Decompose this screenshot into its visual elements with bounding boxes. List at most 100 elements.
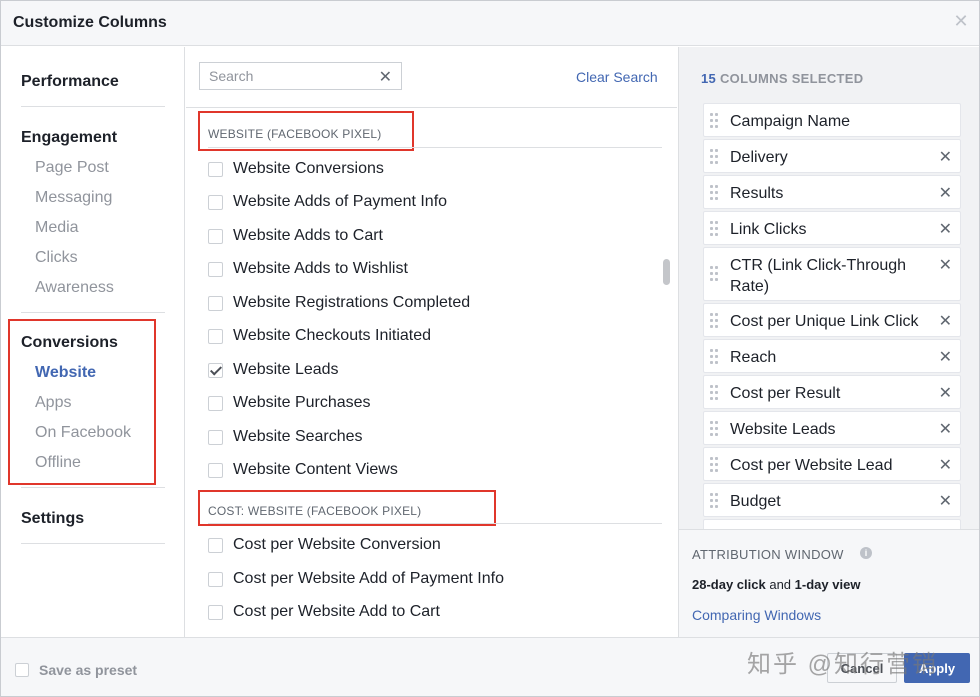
checkbox[interactable] <box>15 663 29 677</box>
option-cost-per-website-add-to-cart[interactable]: Cost per Website Add to Cart <box>208 602 440 622</box>
checkbox[interactable] <box>208 161 223 177</box>
selected-column-cost-per-unique-link-click[interactable]: Cost per Unique Link Click ✕ <box>703 303 961 337</box>
selected-column-budget[interactable]: Budget ✕ <box>703 483 961 517</box>
selected-column-partial[interactable] <box>703 519 961 529</box>
drag-handle-icon[interactable] <box>710 185 720 201</box>
column-options-panel: ✕ Clear Search WEBSITE (FACEBOOK PIXEL) … <box>186 47 677 637</box>
checkbox[interactable] <box>208 537 223 553</box>
selected-column-cost-per-result[interactable]: Cost per Result ✕ <box>703 375 961 409</box>
selected-column-website-leads[interactable]: Website Leads ✕ <box>703 411 961 445</box>
drag-handle-icon[interactable] <box>710 149 720 165</box>
nav-section-settings[interactable]: Settings <box>21 510 84 528</box>
checkbox[interactable] <box>208 194 223 210</box>
attribution-window-section: ATTRIBUTION WINDOW i 28-day click and 1-… <box>679 529 979 637</box>
customize-columns-dialog: Customize Columns ✕ Performance Engageme… <box>0 0 980 697</box>
nav-item-page-post[interactable]: Page Post <box>35 159 109 177</box>
remove-column-icon[interactable]: ✕ <box>939 311 952 331</box>
selected-count-label: 15 COLUMNS SELECTED <box>701 71 864 86</box>
option-website-purchases[interactable]: Website Purchases <box>208 393 371 413</box>
nav-divider <box>21 106 165 107</box>
group-divider <box>208 523 662 524</box>
drag-handle-icon[interactable] <box>710 266 720 282</box>
nav-divider <box>21 487 165 488</box>
checkbox[interactable] <box>208 328 223 344</box>
nav-item-awareness[interactable]: Awareness <box>35 279 114 297</box>
nav-section-engagement[interactable]: Engagement <box>21 129 117 147</box>
option-website-adds-to-wishlist[interactable]: Website Adds to Wishlist <box>208 259 408 279</box>
option-website-content-views[interactable]: Website Content Views <box>208 460 398 480</box>
dialog-footer: Save as preset Cancel Apply 知乎 @知行营销 <box>1 637 979 696</box>
nav-item-clicks[interactable]: Clicks <box>35 249 78 267</box>
remove-column-icon[interactable]: ✕ <box>939 383 952 403</box>
option-website-searches[interactable]: Website Searches <box>208 427 363 447</box>
nav-item-messaging[interactable]: Messaging <box>35 189 112 207</box>
drag-handle-icon[interactable] <box>710 349 720 365</box>
option-website-adds-to-cart[interactable]: Website Adds to Cart <box>208 226 383 246</box>
selected-column-results[interactable]: Results ✕ <box>703 175 961 209</box>
checkbox[interactable] <box>208 395 223 411</box>
dialog-title: Customize Columns <box>13 14 167 31</box>
close-icon[interactable]: ✕ <box>953 12 969 30</box>
nav-item-media[interactable]: Media <box>35 219 79 237</box>
remove-column-icon[interactable]: ✕ <box>939 183 952 203</box>
nav-divider <box>21 543 165 544</box>
remove-column-icon[interactable]: ✕ <box>939 491 952 511</box>
highlight-box-cost-website-pixel <box>198 490 496 526</box>
category-nav: Performance Engagement Page Post Messagi… <box>1 47 185 637</box>
selected-column-reach[interactable]: Reach ✕ <box>703 339 961 373</box>
option-website-conversions[interactable]: Website Conversions <box>208 159 384 179</box>
remove-column-icon[interactable]: ✕ <box>939 219 952 239</box>
selected-count: 15 <box>701 71 717 86</box>
selected-column-delivery[interactable]: Delivery ✕ <box>703 139 961 173</box>
checkbox[interactable] <box>208 429 223 445</box>
nav-section-performance[interactable]: Performance <box>21 73 119 91</box>
dialog-header: Customize Columns ✕ <box>1 1 979 46</box>
drag-handle-icon[interactable] <box>710 221 720 237</box>
drag-handle-icon[interactable] <box>710 313 720 329</box>
panel-divider <box>186 107 677 108</box>
checkbox[interactable] <box>208 571 223 587</box>
checkbox-checked[interactable] <box>208 362 223 378</box>
attribution-heading: ATTRIBUTION WINDOW <box>692 547 844 562</box>
selected-column-ctr[interactable]: CTR (Link Click-Through Rate) ✕ <box>703 247 961 301</box>
drag-handle-icon[interactable] <box>710 493 720 509</box>
scrollbar-thumb[interactable] <box>663 259 670 285</box>
attribution-setting: 28-day click and 1-day view <box>692 577 861 592</box>
selected-columns-panel: 15 COLUMNS SELECTED Campaign Name Delive… <box>678 47 979 637</box>
group-divider <box>208 147 662 148</box>
remove-column-icon[interactable]: ✕ <box>939 347 952 367</box>
drag-handle-icon[interactable] <box>710 385 720 401</box>
option-cost-per-website-conversion[interactable]: Cost per Website Conversion <box>208 535 441 555</box>
info-icon[interactable]: i <box>860 547 872 559</box>
search-input[interactable] <box>200 63 370 89</box>
selected-column-link-clicks[interactable]: Link Clicks ✕ <box>703 211 961 245</box>
checkbox[interactable] <box>208 462 223 478</box>
drag-handle-icon[interactable] <box>710 457 720 473</box>
comparing-windows-link[interactable]: Comparing Windows <box>692 607 821 623</box>
clear-search-link[interactable]: Clear Search <box>576 69 658 85</box>
watermark: 知乎 @知行营销 <box>747 651 939 678</box>
search-box: ✕ <box>199 62 402 90</box>
checkbox[interactable] <box>208 228 223 244</box>
nav-divider <box>21 312 165 313</box>
option-website-checkouts-initiated[interactable]: Website Checkouts Initiated <box>208 326 431 346</box>
checkbox[interactable] <box>208 295 223 311</box>
remove-column-icon[interactable]: ✕ <box>939 419 952 439</box>
selected-columns-list: Campaign Name Delivery ✕ Results ✕ Link … <box>703 103 961 529</box>
selected-column-cost-per-website-lead[interactable]: Cost per Website Lead ✕ <box>703 447 961 481</box>
option-website-registrations-completed[interactable]: Website Registrations Completed <box>208 293 470 313</box>
drag-handle-icon[interactable] <box>710 113 720 129</box>
checkbox[interactable] <box>208 261 223 277</box>
remove-column-icon[interactable]: ✕ <box>939 147 952 167</box>
remove-column-icon[interactable]: ✕ <box>939 455 952 475</box>
search-clear-icon[interactable]: ✕ <box>379 67 392 87</box>
drag-handle-icon[interactable] <box>710 421 720 437</box>
option-cost-per-website-add-of-payment-info[interactable]: Cost per Website Add of Payment Info <box>208 569 504 589</box>
remove-column-icon[interactable]: ✕ <box>939 255 952 275</box>
save-as-preset-toggle[interactable]: Save as preset <box>15 662 137 678</box>
highlight-box-website-pixel <box>198 111 414 151</box>
checkbox[interactable] <box>208 604 223 620</box>
selected-column-campaign-name[interactable]: Campaign Name <box>703 103 961 137</box>
option-website-leads[interactable]: Website Leads <box>208 360 339 380</box>
option-website-adds-of-payment-info[interactable]: Website Adds of Payment Info <box>208 192 447 212</box>
